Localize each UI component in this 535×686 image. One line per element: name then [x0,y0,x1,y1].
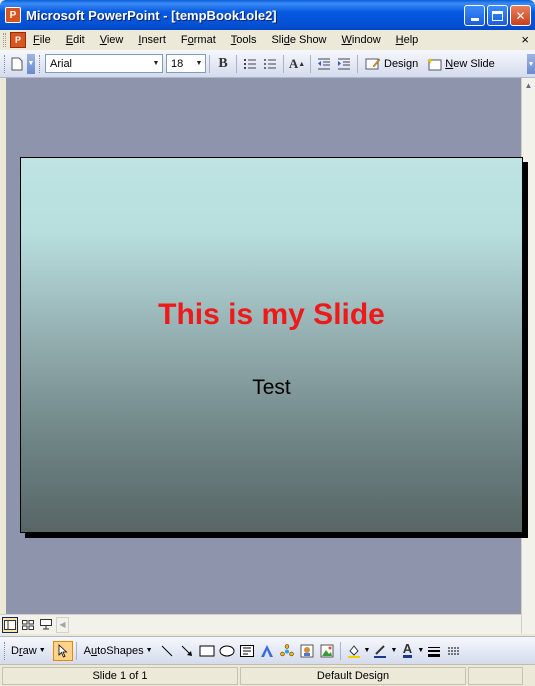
document-close-button[interactable]: × [521,32,529,47]
maximize-icon [492,10,503,21]
bold-icon[interactable]: B [213,54,233,74]
chevron-down-icon[interactable]: ▼ [417,647,424,654]
new-document-icon[interactable] [7,54,27,74]
draw-menu-button[interactable]: Draw ▼ [7,645,50,657]
new-slide-button[interactable]: New Slide [422,57,499,71]
font-color-icon[interactable]: A [397,641,417,661]
menu-file[interactable]: File [26,34,59,46]
toolbar-separator [357,54,358,73]
toolbar-separator [209,54,210,73]
wordart-icon[interactable] [257,641,277,661]
increase-indent-icon[interactable] [334,54,354,74]
picture-icon[interactable] [317,641,337,661]
close-button[interactable]: ✕ [510,5,531,26]
dash-style-icon[interactable] [444,641,464,661]
rectangle-icon[interactable] [197,641,217,661]
formatting-toolbar: ▼ Arial ▼ 18 ▼ B A ▲ Design New Slide ▼ [0,50,535,78]
font-size-combo[interactable]: 18 ▼ [166,54,206,73]
menu-slide-show[interactable]: Slide Show [264,34,334,46]
design-label: Design [384,57,419,70]
draw-label: Draw [11,644,37,657]
menu-grip[interactable] [3,33,6,47]
status-bar: Slide 1 of 1 Default Design [0,664,535,686]
design-icon [365,58,381,69]
autoshapes-label: AutoShapes [83,644,144,657]
arrow-icon[interactable] [177,641,197,661]
numbering-icon[interactable] [240,54,260,74]
chevron-down-icon[interactable]: ▼ [364,647,371,654]
text-box-icon[interactable] [237,641,257,661]
toolbar-separator [236,54,237,73]
line-color-icon[interactable] [370,641,390,661]
chevron-down-icon[interactable]: ▼ [193,55,205,72]
slide-sorter-icon[interactable] [20,617,36,633]
slide-position-status: Slide 1 of 1 [2,666,238,685]
close-icon: ✕ [515,8,526,23]
menu-edit[interactable]: Edit [59,34,93,46]
increase-font-icon[interactable]: A ▲ [287,54,307,74]
toolbar-options-dropdown[interactable]: ▼ [27,53,35,74]
menu-view[interactable]: View [93,34,132,46]
menu-format[interactable]: Format [174,34,224,46]
new-slide-icon [427,57,442,70]
language-status [468,666,523,685]
design-button[interactable]: Design [361,57,422,71]
fill-color-icon[interactable] [344,641,364,661]
toolbar-separator [310,54,311,73]
autoshapes-menu-button[interactable]: AutoShapes ▼ [80,645,157,657]
oval-icon[interactable] [217,641,237,661]
scroll-left-icon[interactable]: ◀ [56,616,69,633]
minimize-icon [470,18,479,21]
toolbar-separator [75,641,77,660]
font-size-value: 18 [171,57,184,70]
toolbar-grip-2[interactable] [39,54,42,73]
document-icon[interactable]: P [10,32,26,48]
minimize-button[interactable] [464,5,485,26]
chevron-down-icon[interactable]: ▼ [150,55,162,72]
menu-insert[interactable]: Insert [131,34,174,46]
select-arrow-icon[interactable] [52,640,73,661]
window-title: Microsoft PowerPoint - [tempBook1ole2] [26,7,277,23]
line-icon[interactable] [157,641,177,661]
slide-title[interactable]: This is my Slide [21,298,522,332]
toolbar-separator [283,54,284,73]
menu-window[interactable]: Window [335,34,389,46]
toolbar-overflow-dropdown[interactable]: ▼ [527,54,535,74]
line-style-icon[interactable] [424,641,444,661]
design-status: Default Design [240,666,466,685]
view-bar: ◀ [0,614,521,634]
decrease-indent-icon[interactable] [314,54,334,74]
scroll-up-icon[interactable]: ▲ [522,78,535,92]
slide-show-icon[interactable] [38,617,54,633]
chevron-down-icon: ▼ [38,647,46,654]
chevron-down-icon: ▼ [145,647,153,654]
title-bar: P Microsoft PowerPoint - [tempBook1ole2]… [0,0,535,30]
powerpoint-icon[interactable]: P [5,7,21,23]
slide-subtitle[interactable]: Test [21,376,522,400]
clip-art-icon[interactable] [297,641,317,661]
maximize-button[interactable] [487,5,508,26]
normal-view-icon[interactable] [2,616,18,633]
menu-bar: P File Edit View Insert Format Tools Sli… [0,30,535,50]
font-name-combo[interactable]: Arial ▼ [45,54,163,73]
chevron-down-icon[interactable]: ▼ [390,647,397,654]
font-name-value: Arial [50,57,73,70]
drawing-toolbar: Draw ▼ AutoShapes ▼ ▼ ▼ A ▼ [0,636,535,664]
new-slide-label: New Slide [445,57,495,70]
diagram-icon[interactable] [277,641,297,661]
menu-tools[interactable]: Tools [224,34,265,46]
menu-help[interactable]: Help [389,34,427,46]
bullets-icon[interactable] [260,54,280,74]
toolbar-separator [339,641,341,660]
slide-canvas[interactable]: This is my Slide Test [20,157,523,533]
